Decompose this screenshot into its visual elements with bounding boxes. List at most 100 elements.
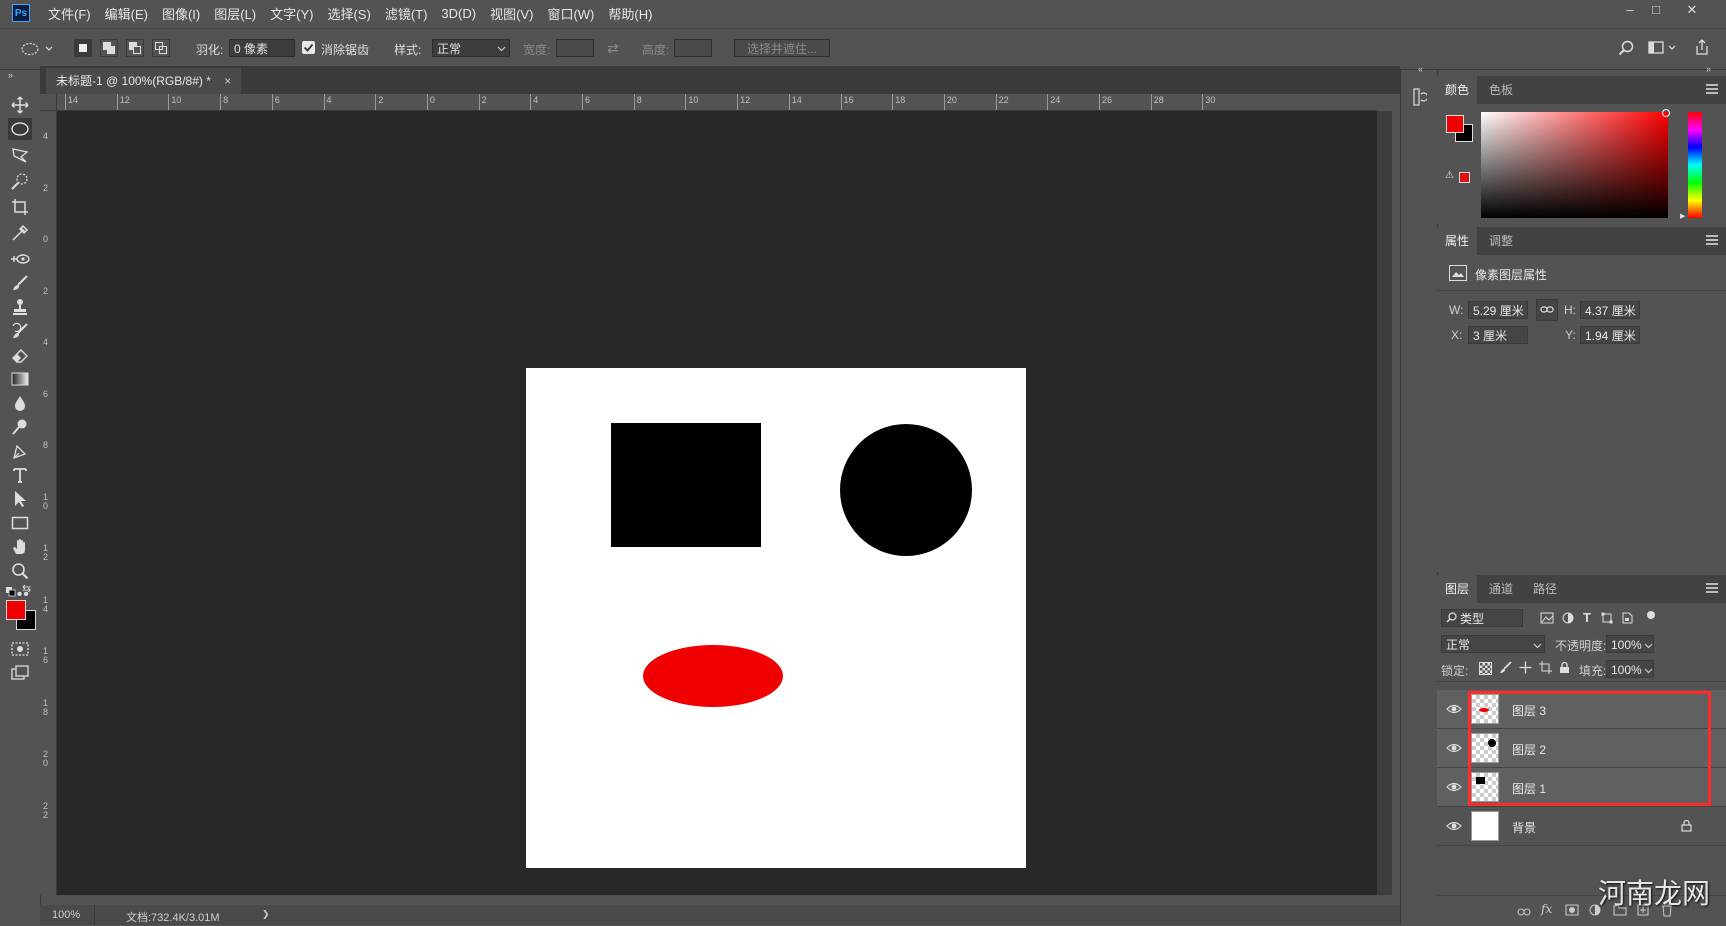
history-panel-icon[interactable] — [1413, 88, 1429, 109]
lock-position-icon[interactable] — [1519, 661, 1532, 677]
layer-name[interactable]: 图层 1 — [1512, 780, 1546, 797]
maximize-button[interactable]: □ — [1646, 2, 1666, 20]
path-selection-tool-icon[interactable] — [8, 488, 32, 510]
visibility-eye-icon[interactable] — [1446, 779, 1462, 795]
screen-mode-icon[interactable] — [8, 662, 32, 684]
collapse-icon[interactable]: » — [8, 70, 13, 80]
menu-layer[interactable]: 图层(L) — [214, 4, 256, 23]
menu-view[interactable]: 视图(V) — [490, 4, 533, 23]
width-field[interactable]: 5.29 厘米 — [1468, 301, 1528, 319]
healing-brush-tool-icon[interactable] — [8, 248, 32, 270]
hand-tool-icon[interactable] — [8, 536, 32, 558]
fx-icon[interactable]: fx — [1541, 902, 1552, 916]
link-dimensions-icon[interactable] — [1536, 299, 1558, 321]
red-ellipse-shape[interactable] — [643, 645, 783, 707]
intersect-selection-button[interactable] — [152, 39, 170, 57]
panel-menu-icon[interactable] — [1706, 583, 1718, 593]
color-picker-marker[interactable] — [1662, 109, 1670, 117]
lock-all-icon[interactable] — [1559, 661, 1570, 677]
filter-pixel-icon[interactable] — [1540, 612, 1554, 627]
hue-slider[interactable] — [1688, 112, 1702, 218]
close-window-button[interactable]: ✕ — [1682, 2, 1702, 20]
canvas-area[interactable] — [57, 111, 1377, 895]
tab-swatches[interactable]: 色板 — [1481, 76, 1521, 104]
collapse-panels-icon[interactable]: » — [1706, 64, 1711, 74]
black-square-shape[interactable] — [611, 423, 761, 547]
width-input[interactable] — [556, 39, 594, 57]
quick-mask-icon[interactable] — [8, 638, 32, 660]
type-tool-icon[interactable] — [8, 464, 32, 486]
add-mask-icon[interactable] — [1565, 904, 1579, 919]
elliptical-marquee-preset-icon[interactable] — [20, 41, 54, 60]
height-field[interactable]: 4.37 厘米 — [1580, 301, 1640, 319]
brush-tool-icon[interactable] — [8, 272, 32, 294]
filter-smart-object-icon[interactable] — [1621, 612, 1633, 627]
layer-name[interactable]: 背景 — [1512, 819, 1536, 836]
new-selection-button[interactable] — [74, 39, 92, 57]
search-icon[interactable] — [1618, 40, 1634, 59]
layer-row[interactable]: 背景 — [1437, 807, 1726, 846]
chevron-down-icon[interactable] — [1644, 639, 1653, 653]
menu-file[interactable]: 文件(F) — [48, 4, 91, 23]
filter-type-icon[interactable]: T — [1583, 610, 1591, 625]
rectangle-tool-icon[interactable] — [8, 512, 32, 534]
menu-filter[interactable]: 滤镜(T) — [385, 4, 428, 23]
crop-tool-icon[interactable] — [8, 196, 32, 218]
history-brush-tool-icon[interactable] — [8, 320, 32, 342]
menu-type[interactable]: 文字(Y) — [270, 4, 313, 23]
zoom-level[interactable]: 100% — [52, 909, 80, 921]
tab-layers[interactable]: 图层 — [1437, 575, 1478, 603]
filter-shape-icon[interactable] — [1601, 612, 1613, 627]
quick-selection-tool-icon[interactable] — [8, 170, 32, 192]
clone-stamp-tool-icon[interactable] — [8, 296, 32, 318]
hue-slider-arrow[interactable]: ▶ — [1680, 212, 1685, 220]
antialias-checkbox[interactable] — [302, 41, 315, 54]
swap-dimensions-icon[interactable]: ⇄ — [607, 40, 619, 57]
x-field[interactable]: 3 厘米 — [1468, 326, 1528, 344]
tab-adjustments[interactable]: 调整 — [1481, 227, 1521, 255]
visibility-eye-icon[interactable] — [1446, 740, 1462, 756]
elliptical-marquee-tool-icon[interactable] — [8, 118, 32, 140]
black-circle-shape[interactable] — [840, 424, 972, 556]
layer-row[interactable]: 图层 3 — [1437, 690, 1726, 729]
layer-row[interactable]: 图层 2 — [1437, 729, 1726, 768]
lock-artboard-icon[interactable] — [1539, 661, 1552, 677]
select-and-mask-button[interactable]: 选择并遮住... — [734, 39, 830, 57]
height-input[interactable] — [674, 39, 712, 57]
menu-3d[interactable]: 3D(D) — [441, 6, 476, 21]
feather-input[interactable]: 0 像素 — [229, 39, 295, 57]
filter-adjustment-icon[interactable] — [1562, 612, 1574, 627]
vertical-scrollbar[interactable] — [1377, 111, 1392, 895]
minimize-button[interactable]: ‒ — [1620, 2, 1640, 20]
swap-colors-icon[interactable]: ⇆ — [22, 582, 31, 595]
dodge-tool-icon[interactable] — [8, 416, 32, 438]
tab-color[interactable]: 颜色 — [1437, 76, 1478, 104]
document-tab[interactable]: 未标题-1 @ 100%(RGB/8#) * × — [46, 68, 242, 94]
visibility-eye-icon[interactable] — [1446, 818, 1462, 834]
panel-menu-icon[interactable] — [1706, 235, 1718, 245]
document-canvas[interactable] — [526, 368, 1026, 868]
lock-transparent-pixels-icon[interactable] — [1479, 662, 1492, 675]
y-field[interactable]: 1.94 厘米 — [1580, 326, 1640, 344]
eraser-tool-icon[interactable] — [8, 344, 32, 366]
blur-tool-icon[interactable] — [8, 392, 32, 414]
status-menu-arrow[interactable]: ❯ — [262, 909, 270, 920]
gradient-tool-icon[interactable] — [8, 368, 32, 390]
share-icon[interactable] — [1694, 38, 1710, 59]
default-colors-icon[interactable] — [6, 586, 16, 600]
tab-close-button[interactable]: × — [224, 74, 231, 88]
chevron-down-icon[interactable] — [1644, 664, 1653, 678]
zoom-tool-icon[interactable] — [8, 560, 32, 582]
menu-window[interactable]: 窗口(W) — [547, 4, 594, 23]
filter-toggle-icon[interactable] — [1647, 611, 1655, 619]
link-layers-icon[interactable] — [1517, 906, 1531, 920]
gamut-swatch[interactable] — [1459, 172, 1470, 183]
layer-name[interactable]: 图层 3 — [1512, 702, 1546, 719]
layer-name[interactable]: 图层 2 — [1512, 741, 1546, 758]
tab-paths[interactable]: 路径 — [1525, 575, 1565, 603]
subtract-from-selection-button[interactable] — [126, 39, 144, 57]
visibility-eye-icon[interactable] — [1446, 701, 1462, 717]
eyedropper-tool-icon[interactable] — [8, 222, 32, 244]
panel-foreground-swatch[interactable] — [1446, 115, 1464, 133]
lock-image-pixels-icon[interactable] — [1499, 661, 1512, 677]
